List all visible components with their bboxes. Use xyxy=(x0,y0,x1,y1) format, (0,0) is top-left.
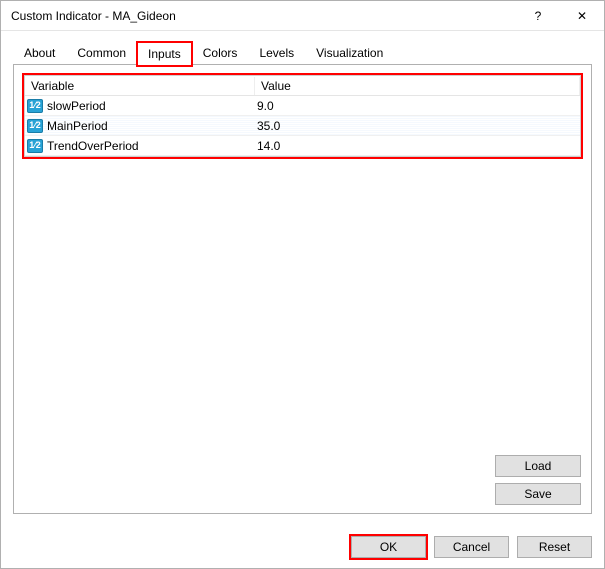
tab-visualization[interactable]: Visualization xyxy=(305,41,394,65)
value-cell[interactable]: 14.0 xyxy=(255,138,580,154)
help-button[interactable]: ? xyxy=(516,1,560,31)
value-cell[interactable]: 9.0 xyxy=(255,98,580,114)
dialog-window: Custom Indicator - MA_Gideon ? ✕ About C… xyxy=(0,0,605,569)
close-button[interactable]: ✕ xyxy=(560,1,604,31)
tab-inputs[interactable]: Inputs xyxy=(137,42,192,66)
value-cell[interactable]: 35.0 xyxy=(255,118,580,134)
header-value[interactable]: Value xyxy=(255,77,580,95)
header-variable[interactable]: Variable xyxy=(25,77,255,95)
tab-common[interactable]: Common xyxy=(66,41,137,65)
tab-panel: Variable Value 1⁄2 slowPeriod 9.0 xyxy=(13,64,592,514)
variable-cell: 1⁄2 slowPeriod xyxy=(25,98,255,114)
window-title: Custom Indicator - MA_Gideon xyxy=(11,9,516,23)
value-text: 14.0 xyxy=(257,139,280,153)
value-text: 9.0 xyxy=(257,99,274,113)
side-button-group: Load Save xyxy=(495,455,581,505)
load-button[interactable]: Load xyxy=(495,455,581,477)
tab-levels[interactable]: Levels xyxy=(248,41,305,65)
value-text: 35.0 xyxy=(257,119,280,133)
number-type-icon: 1⁄2 xyxy=(27,119,43,133)
inputs-grid-highlight: Variable Value 1⁄2 slowPeriod 9.0 xyxy=(22,73,583,159)
help-icon: ? xyxy=(535,9,542,23)
titlebar: Custom Indicator - MA_Gideon ? ✕ xyxy=(1,1,604,31)
inputs-grid: Variable Value 1⁄2 slowPeriod 9.0 xyxy=(24,75,581,157)
variable-cell: 1⁄2 MainPeriod xyxy=(25,118,255,134)
table-row[interactable]: 1⁄2 slowPeriod 9.0 xyxy=(25,96,580,116)
close-icon: ✕ xyxy=(577,9,587,23)
table-row[interactable]: 1⁄2 TrendOverPeriod 14.0 xyxy=(25,136,580,156)
cancel-button[interactable]: Cancel xyxy=(434,536,509,558)
footer: OK Cancel Reset xyxy=(1,526,604,568)
variable-name: TrendOverPeriod xyxy=(47,139,139,153)
tab-colors[interactable]: Colors xyxy=(192,41,249,65)
client-area: About Common Inputs Colors Levels Visual… xyxy=(1,31,604,526)
ok-button[interactable]: OK xyxy=(351,536,426,558)
tab-about[interactable]: About xyxy=(13,41,66,65)
tabstrip: About Common Inputs Colors Levels Visual… xyxy=(13,41,592,65)
reset-button[interactable]: Reset xyxy=(517,536,592,558)
table-row[interactable]: 1⁄2 MainPeriod 35.0 xyxy=(25,116,580,136)
variable-cell: 1⁄2 TrendOverPeriod xyxy=(25,138,255,154)
number-type-icon: 1⁄2 xyxy=(27,139,43,153)
grid-header: Variable Value xyxy=(25,76,580,96)
save-button[interactable]: Save xyxy=(495,483,581,505)
variable-name: slowPeriod xyxy=(47,99,106,113)
variable-name: MainPeriod xyxy=(47,119,108,133)
number-type-icon: 1⁄2 xyxy=(27,99,43,113)
